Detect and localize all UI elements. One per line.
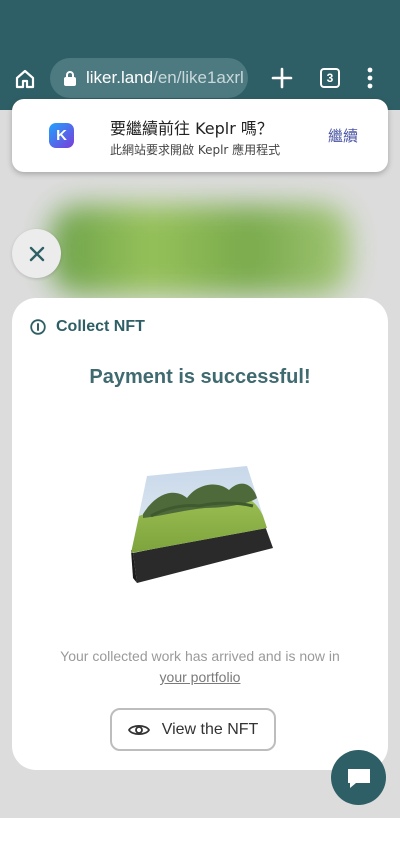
portfolio-link[interactable]: your portfolio: [160, 669, 241, 685]
lock-icon: [62, 70, 78, 86]
url-host: liker.land: [86, 68, 154, 87]
modal-header-label: Collect NFT: [56, 318, 145, 335]
view-nft-button-label: View the NFT: [161, 720, 259, 738]
close-button[interactable]: [12, 229, 61, 278]
browser-toolbar: liker.land/en/like1axrl 3: [0, 0, 400, 110]
browser-menu-button[interactable]: [360, 64, 380, 92]
eye-icon: [127, 724, 150, 735]
success-title: Payment is successful!: [89, 366, 311, 388]
plus-icon: [271, 67, 293, 89]
close-icon: [29, 246, 44, 261]
info-icon: [30, 319, 46, 335]
collected-message-text: Your collected work has arrived and is n…: [60, 648, 340, 664]
home-button[interactable]: [12, 66, 38, 92]
home-icon: [15, 69, 35, 89]
keplr-logo: K: [49, 123, 74, 148]
tab-switcher-button[interactable]: 3: [320, 68, 340, 88]
nft-book-image: [131, 466, 273, 583]
more-vert-icon: [367, 67, 373, 89]
address-bar[interactable]: liker.land/en/like1axrl: [50, 58, 248, 98]
bottom-bar: [0, 818, 400, 867]
prompt-subtitle: 此網站要求開啟 Keplr 應用程式: [110, 143, 281, 157]
blurred-background-image: [50, 205, 350, 295]
collected-message: Your collected work has arrived and is n…: [36, 646, 364, 688]
open-app-prompt: K 要繼續前往 Keplr 嗎？ 此網站要求開啟 Keplr 應用程式 繼續: [12, 99, 388, 172]
continue-button[interactable]: 繼續: [328, 125, 358, 146]
url-path: /en/like1axrl: [153, 68, 244, 87]
chat-button[interactable]: [331, 750, 386, 805]
chat-bubble-icon: [347, 768, 370, 788]
view-nft-button[interactable]: View the NFT: [110, 708, 276, 751]
new-tab-button[interactable]: [268, 64, 296, 92]
collect-nft-modal: Collect NFT Payment is successful! Your …: [12, 298, 388, 770]
prompt-title: 要繼續前往 Keplr 嗎？: [110, 119, 273, 138]
modal-header: Collect NFT: [30, 318, 145, 336]
